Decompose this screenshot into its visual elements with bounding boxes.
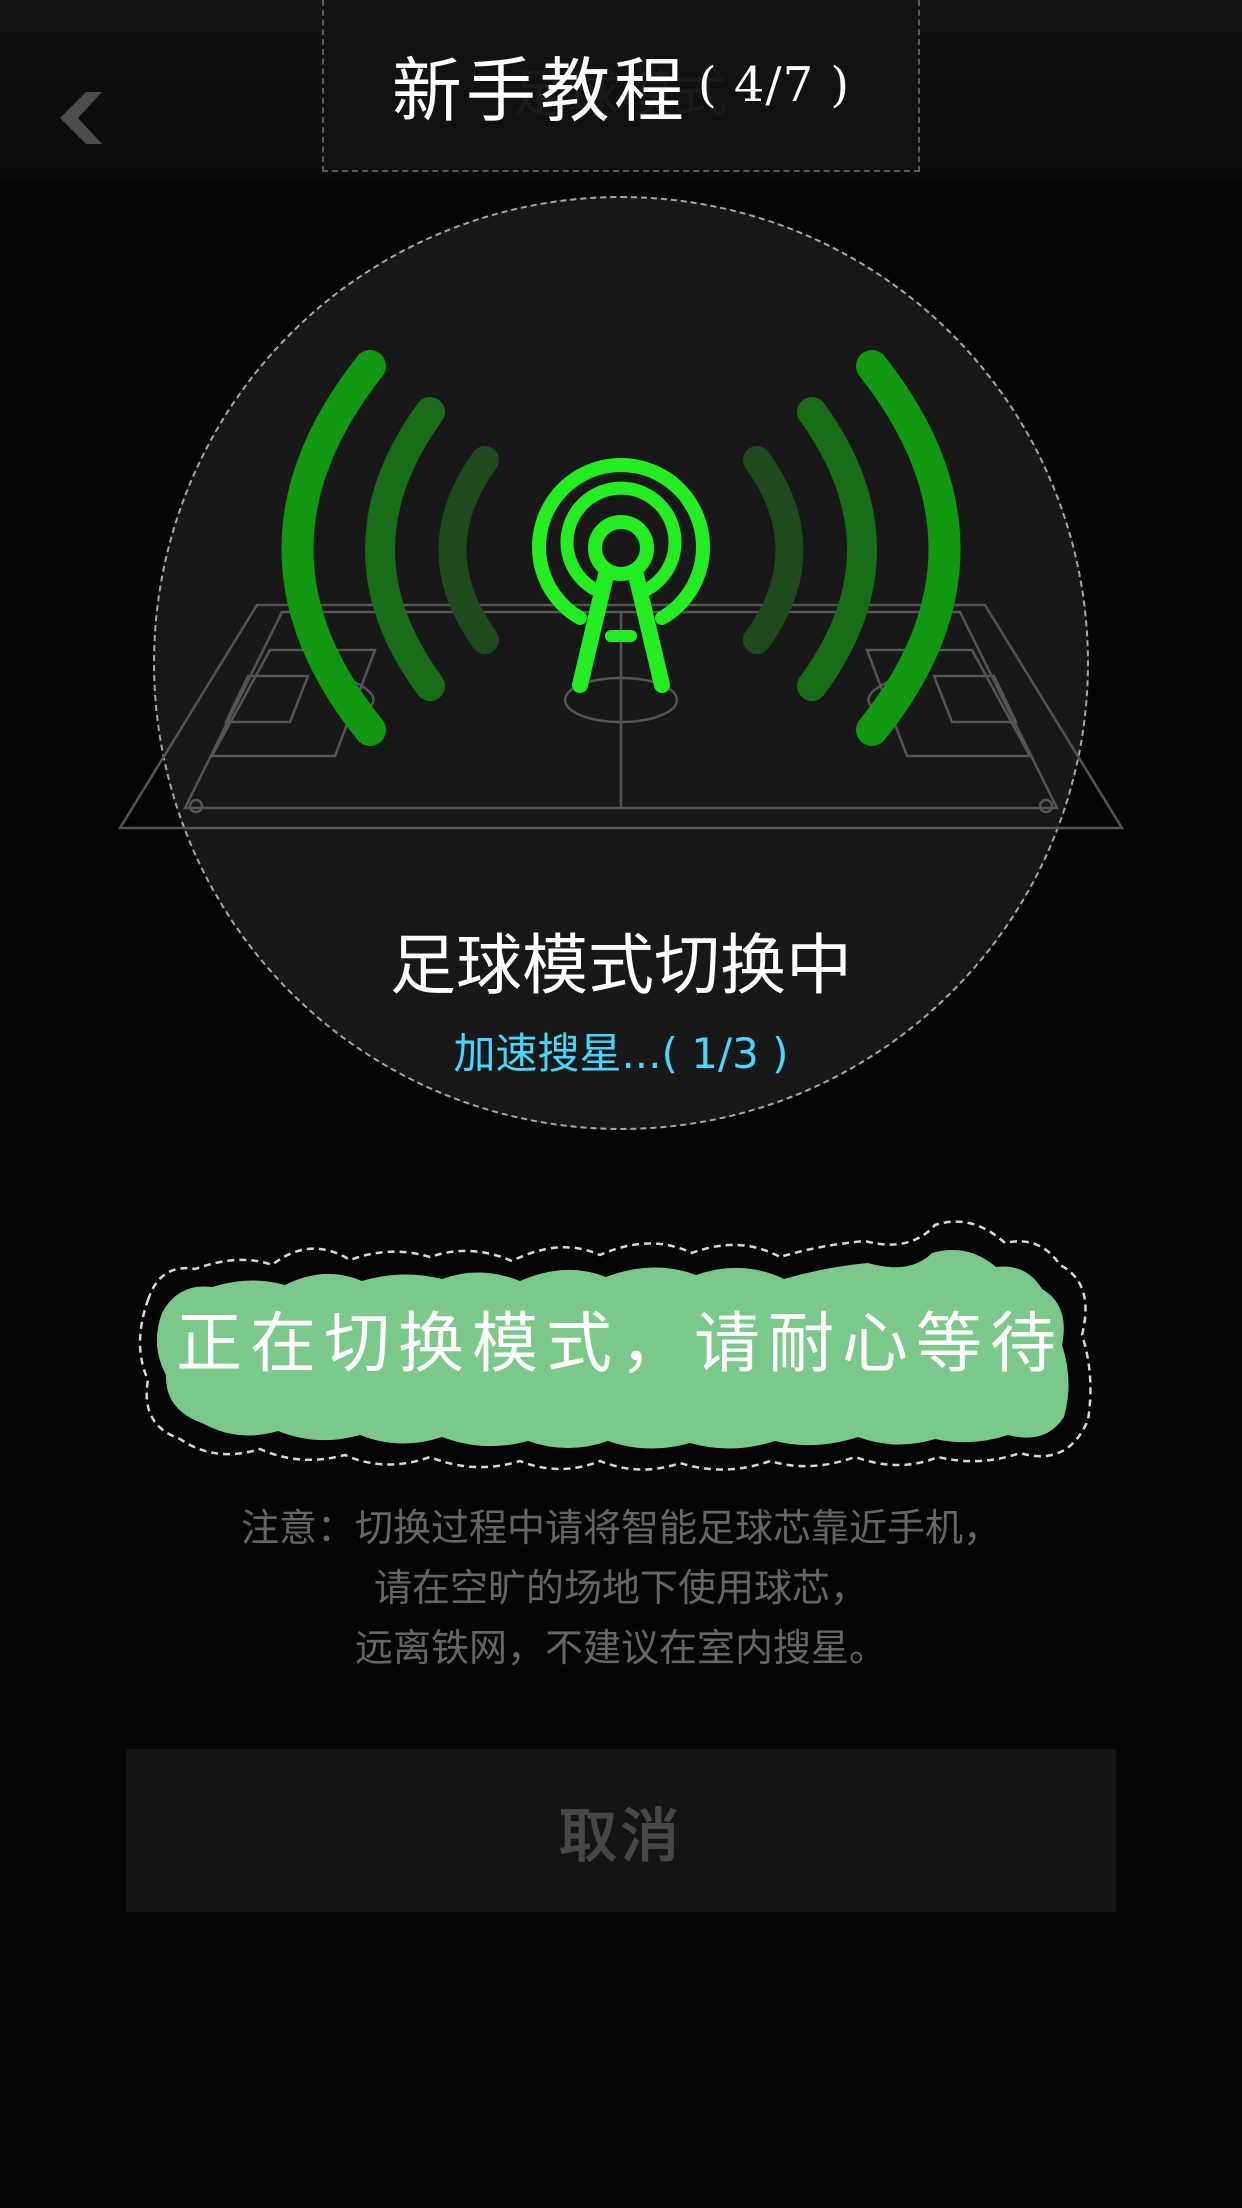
status-progress: 加速搜星...( 1/3 ) bbox=[453, 1029, 789, 1078]
signal-arc-left-middle bbox=[365, 397, 445, 701]
notice-line: 注意：切换过程中请将智能足球芯靠近手机， bbox=[240, 1506, 1001, 1550]
signal-arc-left-inner bbox=[438, 446, 499, 654]
signal-scene bbox=[117, 350, 1125, 830]
notice-line: 远离铁网，不建议在室内搜星。 bbox=[354, 1626, 887, 1670]
notice-text: 注意：切换过程中请将智能足球芯靠近手机， 请在空旷的场地下使用球芯， 远离铁网，… bbox=[0, 1498, 1242, 1678]
status-title: 足球模式切换中 bbox=[390, 927, 852, 1004]
signal-arc-right-middle bbox=[797, 397, 877, 701]
banner-text: 正在切换模式，请耐心等待 bbox=[176, 1305, 1064, 1382]
cancel-button[interactable]: 取消 bbox=[126, 1749, 1116, 1912]
signal-arc-right-inner bbox=[743, 446, 804, 654]
notice-line: 请在空旷的场地下使用球芯， bbox=[373, 1566, 868, 1610]
